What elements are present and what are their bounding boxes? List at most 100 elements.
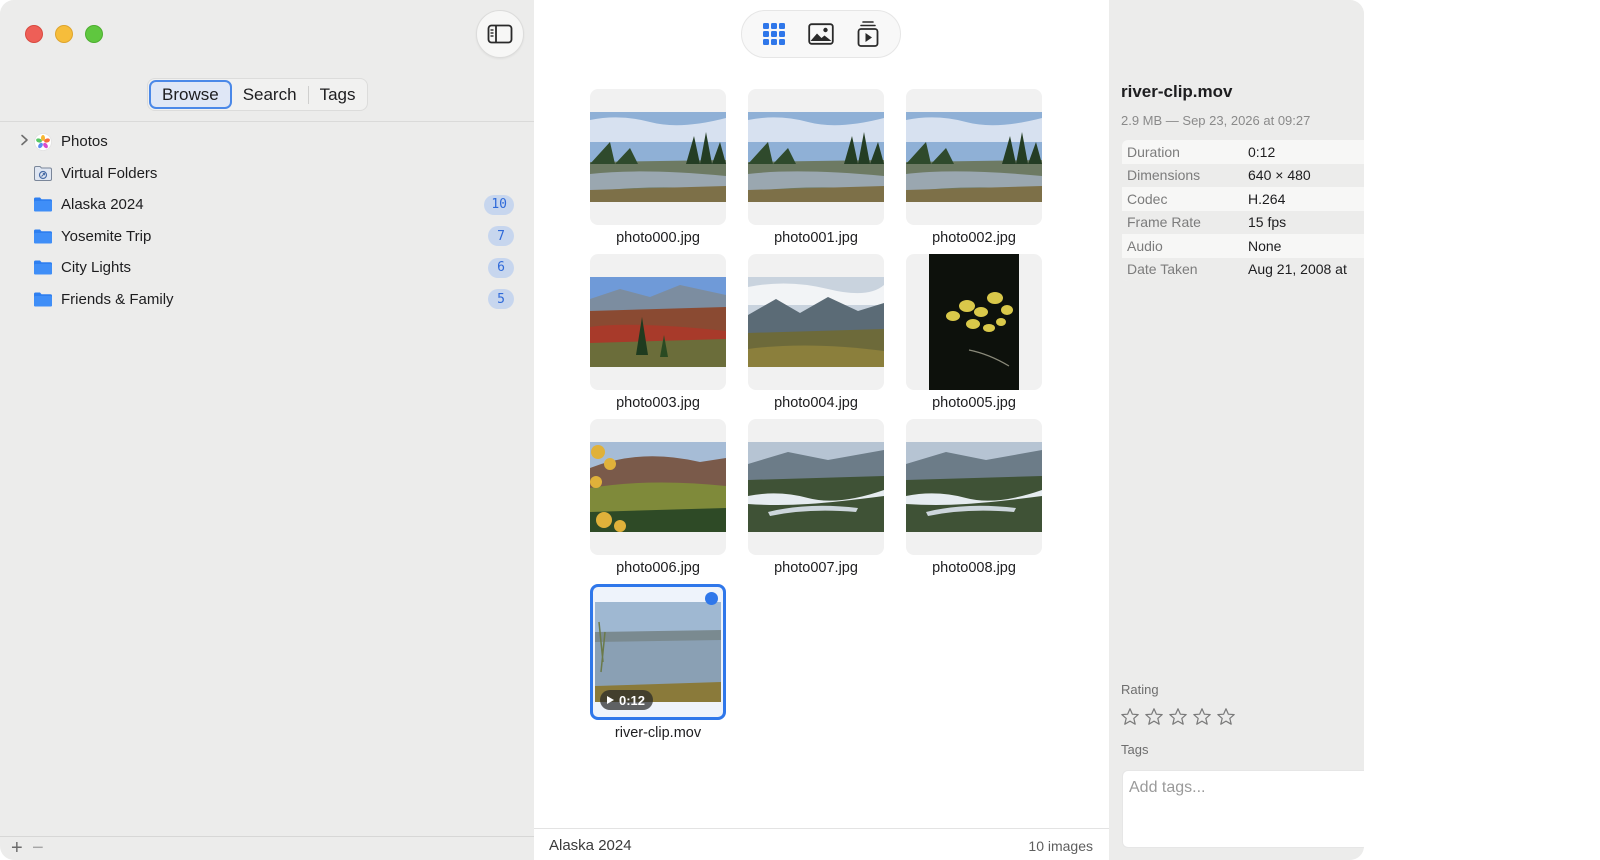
sidebar-item-virtual-folders[interactable]: Virtual Folders	[0, 158, 534, 190]
status-divider	[534, 828, 1109, 829]
star-icon[interactable]	[1167, 706, 1189, 728]
folder-icon	[33, 290, 53, 308]
thumbnail-tile[interactable]	[748, 254, 884, 390]
metadata-row: Dimensions 640 × 480	[1122, 163, 1364, 187]
sidebar-mode-tabs: Browse Search Tags	[147, 78, 369, 111]
thumbnail-tile[interactable]	[590, 89, 726, 225]
metadata-row: Frame Rate 15 fps	[1122, 210, 1364, 234]
folder-icon	[33, 259, 53, 277]
sidebar-item-yosemite-trip[interactable]: Yosemite Trip 7	[0, 221, 534, 253]
thumbnail-tile[interactable]	[590, 254, 726, 390]
thumbnail-filename: photo003.jpg	[616, 395, 700, 411]
thumbnail-tile[interactable]	[906, 254, 1042, 390]
inspector-panel: river-clip.mov 2.9 MB — Sep 23, 2026 at …	[1109, 0, 1364, 860]
window-close-button[interactable]	[25, 25, 43, 43]
selection-indicator	[705, 592, 718, 605]
folder-list: Photos Virtual Folders Alaska 2024 10 Yo…	[0, 126, 534, 315]
sidebar-item-label: City Lights	[61, 259, 132, 277]
thumbnail-image	[595, 602, 721, 702]
thumbnail-tile[interactable]	[590, 419, 726, 555]
thumbnail-filename: photo002.jpg	[932, 230, 1016, 246]
slideshow-button[interactable]	[850, 16, 886, 52]
single-image-view-button[interactable]	[803, 16, 839, 52]
metadata-value: 640 × 480	[1248, 167, 1311, 184]
window-maximize-button[interactable]	[85, 25, 103, 43]
thumbnail-image	[906, 112, 1042, 202]
metadata-row: Audio None	[1122, 234, 1364, 258]
metadata-key: Duration	[1127, 143, 1180, 160]
thumbnail-image	[590, 112, 726, 202]
thumbnail-image	[590, 277, 726, 367]
metadata-row: Codec H.264	[1122, 187, 1364, 211]
thumbnail-image	[748, 277, 884, 367]
app-window: Browse Search Tags Photos Virtual Folder…	[0, 0, 1364, 860]
thumbnail-tile[interactable]	[748, 89, 884, 225]
video-duration-badge: 0:12	[600, 690, 654, 710]
star-icon[interactable]	[1119, 706, 1141, 728]
sidebar-footer-divider	[0, 836, 534, 837]
browser-pane: photo000.jpg photo001.jpg photo002.jpg p…	[534, 0, 1109, 860]
metadata-key: Frame Rate	[1127, 214, 1201, 231]
tab-browse[interactable]: Browse	[149, 80, 232, 109]
metadata-key: Dimensions	[1127, 167, 1201, 184]
star-rating	[1119, 706, 1237, 728]
virtual-folder-icon	[33, 164, 53, 182]
metadata-key: Date Taken	[1127, 261, 1198, 278]
thumbnail-tile[interactable]	[906, 419, 1042, 555]
rating-label: Rating	[1121, 682, 1159, 697]
thumbnail-filename: river-clip.mov	[614, 725, 702, 741]
tab-tags[interactable]: Tags	[309, 80, 367, 109]
sidebar-item-friends-family[interactable]: Friends & Family 5	[0, 284, 534, 316]
current-folder-label: Alaska 2024	[549, 837, 632, 854]
image-count-label: 10 images	[1028, 838, 1093, 854]
thumbnail-filename: photo005.jpg	[932, 395, 1016, 411]
count-badge: 6	[488, 257, 514, 278]
thumbnail-tile[interactable]	[906, 89, 1042, 225]
sidebar-toggle-button[interactable]	[476, 10, 524, 58]
sidebar-item-label: Friends & Family	[61, 290, 174, 308]
thumbnail-tile[interactable]	[748, 419, 884, 555]
add-folder-button[interactable]: +	[11, 838, 23, 858]
count-badge: 10	[484, 194, 514, 215]
star-icon[interactable]	[1215, 706, 1237, 728]
metadata-key: Audio	[1127, 237, 1163, 254]
thumbnail-filename: photo001.jpg	[774, 230, 858, 246]
photos-icon	[33, 132, 53, 151]
metadata-value: H.264	[1248, 190, 1286, 207]
folder-icon	[33, 196, 53, 214]
window-minimize-button[interactable]	[55, 25, 73, 43]
star-icon[interactable]	[1143, 706, 1165, 728]
sidebar-divider	[0, 121, 534, 122]
sidebar-item-label: Alaska 2024	[61, 196, 144, 214]
sidebar-item-label: Yosemite Trip	[61, 227, 152, 245]
sidebar-item-city-lights[interactable]: City Lights 6	[0, 252, 534, 284]
metadata-key: Codec	[1127, 190, 1168, 207]
sidebar-item-alaska-2024[interactable]: Alaska 2024 10	[0, 189, 534, 221]
tab-search[interactable]: Search	[232, 80, 308, 109]
slideshow-icon	[857, 21, 879, 47]
thumbnail-image	[748, 112, 884, 202]
sidebar-item-label: Photos	[61, 133, 108, 151]
grid-view-button[interactable]	[756, 16, 792, 52]
sidebar-icon	[487, 24, 513, 44]
thumbnail-filename: photo004.jpg	[774, 395, 858, 411]
metadata-table: Duration 0:12 Dimensions 640 × 480 Codec H.26…	[1122, 140, 1364, 281]
sidebar-item-label: Virtual Folders	[61, 164, 158, 182]
sidebar: Browse Search Tags Photos Virtual Folder…	[0, 0, 534, 860]
thumbnail-image	[590, 442, 726, 532]
view-mode-switcher	[741, 10, 901, 58]
metadata-value: 0:12	[1248, 143, 1276, 160]
thumbnail-filename: photo007.jpg	[774, 560, 858, 576]
chevron-right-icon[interactable]	[20, 134, 30, 149]
thumbnail-image	[929, 254, 1019, 390]
metadata-row: Date Taken Aug 21, 2008 at	[1122, 257, 1364, 281]
thumbnail-tile-selected[interactable]: 0:12	[590, 584, 726, 720]
star-icon[interactable]	[1191, 706, 1213, 728]
metadata-value: Aug 21, 2008 at	[1248, 261, 1347, 278]
sidebar-item-photos[interactable]: Photos	[0, 126, 534, 158]
thumbnail-image	[906, 442, 1042, 532]
metadata-row: Duration 0:12	[1122, 140, 1364, 164]
metadata-value: None	[1248, 237, 1282, 254]
tags-input[interactable]: Add tags...	[1122, 770, 1364, 848]
remove-folder-button[interactable]: −	[32, 838, 44, 858]
